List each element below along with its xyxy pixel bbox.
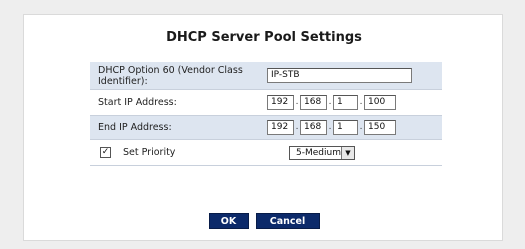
vendor-class-input[interactable]: IP-STB [267,68,412,83]
set-priority-label: Set Priority [123,147,176,158]
ok-button[interactable]: OK [208,213,249,229]
end-ip-octet-2[interactable]: 168 [300,120,327,135]
end-ip-field: 192 . 168 . 1 . 150 [267,120,396,135]
start-ip-octet-2[interactable]: 168 [300,95,327,110]
vendor-class-field-wrap: IP-STB [267,68,412,83]
vendor-class-label: DHCP Option 60 (Vendor Class Identifier)… [98,64,243,87]
priority-select-value: 5-Medium [296,147,341,158]
settings-form: DHCP Option 60 (Vendor Class Identifier)… [90,62,442,166]
start-ip-octet-3[interactable]: 1 [333,95,358,110]
page-background: DHCP Server Pool Settings DHCP Option 60… [0,0,525,249]
end-ip-label: End IP Address: [98,122,172,133]
start-ip-field: 192 . 168 . 1 . 100 [267,95,396,110]
cancel-button[interactable]: Cancel [255,213,320,229]
end-ip-octet-4[interactable]: 150 [364,120,396,135]
start-ip-label: Start IP Address: [98,97,177,108]
start-ip-octet-4[interactable]: 100 [364,95,396,110]
triangle-down-icon[interactable]: ▼ [341,146,354,159]
priority-check-wrap: ✓ Set Priority [90,147,267,158]
button-bar: OK Cancel [24,213,504,229]
end-ip-octet-3[interactable]: 1 [333,120,358,135]
page-title: DHCP Server Pool Settings [166,30,362,45]
set-priority-checkbox[interactable]: ✓ [100,147,111,158]
start-ip-row: Start IP Address: 192 . 168 . 1 . 100 [90,90,442,116]
priority-row: ✓ Set Priority 5-Medium ▼ [90,140,442,166]
settings-panel: DHCP Server Pool Settings DHCP Option 60… [23,14,503,241]
start-ip-octet-1[interactable]: 192 [267,95,294,110]
priority-select[interactable]: 5-Medium ▼ [289,145,355,160]
end-ip-row: End IP Address: 192 . 168 . 1 . 150 [90,116,442,140]
end-ip-octet-1[interactable]: 192 [267,120,294,135]
vendor-class-row: DHCP Option 60 (Vendor Class Identifier)… [90,62,442,90]
